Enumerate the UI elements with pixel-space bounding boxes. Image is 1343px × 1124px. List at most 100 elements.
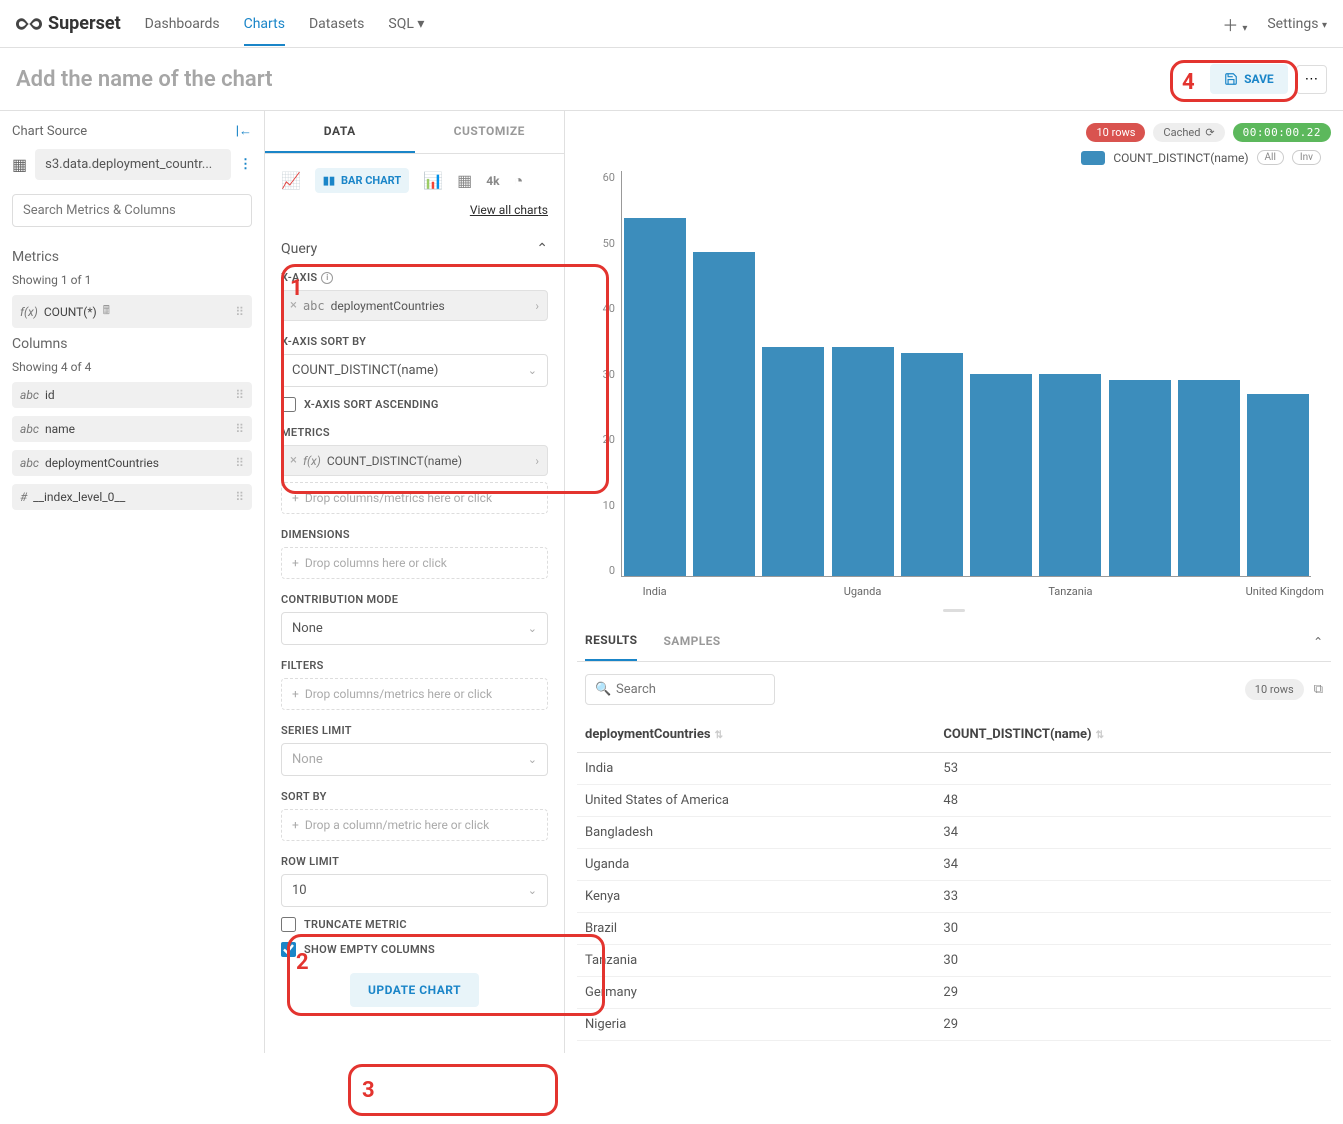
dimensions-label: DIMENSIONS <box>281 528 548 541</box>
sort-icon: ⇅ <box>1096 730 1104 741</box>
collapse-left-icon[interactable]: |← <box>236 123 252 139</box>
column-pill[interactable]: abcid⠿ <box>12 382 252 408</box>
dataset-menu-icon[interactable]: ⋮ <box>239 157 252 172</box>
tab-data[interactable]: DATA <box>265 111 415 153</box>
results-search-input[interactable] <box>585 674 775 705</box>
column-pill[interactable]: #__index_level_0__⠿ <box>12 484 252 510</box>
more-menu-button[interactable]: ⋯ <box>1296 65 1327 94</box>
table-row[interactable]: Uganda34 <box>577 849 1331 881</box>
rowlimit-select[interactable]: 10⌄ <box>281 874 548 907</box>
view-all-charts-link[interactable]: View all charts <box>470 203 548 217</box>
bar[interactable] <box>1178 380 1240 576</box>
chart-title-input[interactable]: Add the name of the chart <box>16 67 1210 92</box>
line-chart-icon[interactable]: 📈 <box>281 171 301 190</box>
chevron-up-icon: ⌃ <box>536 241 548 257</box>
remove-icon[interactable]: × <box>290 298 297 313</box>
nav-charts[interactable]: Charts <box>244 2 285 46</box>
results-tab[interactable]: RESULTS <box>585 621 637 661</box>
show-empty-checkbox[interactable] <box>281 942 296 957</box>
remove-icon[interactable]: × <box>290 453 297 468</box>
bignumber-icon[interactable]: 4k <box>486 174 499 188</box>
column-pill[interactable]: abcdeploymentCountries⠿ <box>12 450 252 476</box>
calculator-icon: 🖩 <box>103 301 110 322</box>
metrics-hint: Showing 1 of 1 <box>12 273 252 287</box>
table-icon[interactable]: ▦ <box>457 171 472 190</box>
save-icon <box>1224 72 1238 86</box>
col-header-deploymentCountries[interactable]: deploymentCountries⇅ <box>577 717 935 753</box>
bar[interactable] <box>1109 380 1171 576</box>
chart-source-header: Chart Source <box>12 124 87 139</box>
metrics-dropzone[interactable]: +Drop columns/metrics here or click <box>281 482 548 514</box>
table-row[interactable]: Kenya33 <box>577 881 1331 913</box>
nav-settings[interactable]: Settings ▾ <box>1267 16 1327 32</box>
table-row[interactable]: Brazil30 <box>577 913 1331 945</box>
table-row[interactable]: Nigeria29 <box>577 1009 1331 1041</box>
y-axis: 6050403020100 <box>585 171 615 577</box>
bar[interactable] <box>762 347 824 577</box>
truncate-metric-checkbox[interactable] <box>281 917 296 932</box>
add-menu[interactable]: ＋ ▾ <box>1222 12 1247 36</box>
column-pill[interactable]: abcname⠿ <box>12 416 252 442</box>
resize-handle[interactable] <box>577 609 1331 613</box>
bar[interactable] <box>624 218 686 576</box>
dimensions-dropzone[interactable]: +Drop columns here or click <box>281 547 548 579</box>
contribution-select[interactable]: None⌄ <box>281 612 548 645</box>
legend-series[interactable]: COUNT_DISTINCT(name) <box>1113 151 1248 165</box>
legend-inv-pill[interactable]: Inv <box>1292 150 1321 165</box>
collapse-results-icon[interactable]: ⌄ <box>1313 634 1323 648</box>
area-chart-icon[interactable]: 📊 <box>423 171 443 190</box>
chart-plot: IndiaUgandaTanzaniaUnited Kingdom <box>621 171 1311 577</box>
table-row[interactable]: Tanzania30 <box>577 945 1331 977</box>
bar-chart-selected[interactable]: ▮▮BAR CHART <box>315 168 409 193</box>
dataset-chip[interactable]: s3.data.deployment_countr... <box>35 149 231 180</box>
bar[interactable] <box>901 353 963 576</box>
search-icon: 🔍 <box>595 682 611 697</box>
chevron-right-icon: › <box>535 299 539 313</box>
chevron-down-icon: ⌄ <box>528 364 537 377</box>
tab-customize[interactable]: CUSTOMIZE <box>415 111 565 153</box>
series-limit-select[interactable]: None⌄ <box>281 743 548 776</box>
bar-chart[interactable]: 6050403020100 IndiaUgandaTanzaniaUnited … <box>621 171 1311 601</box>
bar[interactable] <box>1247 394 1309 576</box>
xaxis-sort-asc-checkbox[interactable] <box>281 397 296 412</box>
xaxis-field[interactable]: ×abcdeploymentCountries› <box>281 290 548 321</box>
col-header-count[interactable]: COUNT_DISTINCT(name)⇅ <box>935 717 1331 753</box>
legend-swatch <box>1081 151 1105 165</box>
table-row[interactable]: United States of America48 <box>577 785 1331 817</box>
bar[interactable] <box>693 252 755 576</box>
sort-icon: ⇅ <box>715 730 723 741</box>
truncate-metric-label: TRUNCATE METRIC <box>304 918 407 931</box>
update-chart-button[interactable]: UPDATE CHART <box>350 973 479 1007</box>
nav-dashboards[interactable]: Dashboards <box>145 2 220 46</box>
metric-field[interactable]: ×f(x)COUNT_DISTINCT(name)› <box>281 445 548 476</box>
bar[interactable] <box>970 374 1032 577</box>
samples-tab[interactable]: SAMPLES <box>663 622 720 660</box>
bar[interactable] <box>1039 374 1101 577</box>
title-bar: Add the name of the chart SAVE ⋯ <box>0 48 1343 110</box>
brand-logo[interactable]: Superset <box>16 13 121 34</box>
metric-pill[interactable]: f(x)COUNT(*)🖩⠿ <box>12 295 252 328</box>
legend-all-pill[interactable]: All <box>1257 150 1284 165</box>
xaxis-sortby-select[interactable]: COUNT_DISTINCT(name)⌄ <box>281 354 548 387</box>
save-button[interactable]: SAVE <box>1210 64 1288 94</box>
sortby-label: SORT BY <box>281 790 548 803</box>
plus-icon: + <box>292 687 299 701</box>
filters-dropzone[interactable]: +Drop columns/metrics here or click <box>281 678 548 710</box>
table-row[interactable]: Germany29 <box>577 977 1331 1009</box>
bar[interactable] <box>832 347 894 577</box>
drag-handle-icon: ⠿ <box>235 456 244 470</box>
copy-icon[interactable]: ⧉ <box>1314 682 1323 697</box>
cached-badge[interactable]: Cached ⟳ <box>1153 123 1224 142</box>
xaxis-label: X-AXISi <box>281 271 548 284</box>
query-panel-header[interactable]: Query⌃ <box>281 241 548 257</box>
nav-datasets[interactable]: Datasets <box>309 2 364 46</box>
drag-handle-icon: ⠿ <box>235 490 244 504</box>
table-row[interactable]: Bangladesh34 <box>577 817 1331 849</box>
drag-handle-icon: ⠿ <box>235 305 244 319</box>
search-metrics-input[interactable] <box>12 194 252 227</box>
nav-sql[interactable]: SQL ▾ <box>388 2 424 46</box>
table-row[interactable]: India53 <box>577 753 1331 785</box>
info-icon[interactable]: i <box>321 272 333 284</box>
pie-chart-icon[interactable]: ◔ <box>514 171 524 191</box>
sortby-dropzone[interactable]: +Drop a column/metric here or click <box>281 809 548 841</box>
